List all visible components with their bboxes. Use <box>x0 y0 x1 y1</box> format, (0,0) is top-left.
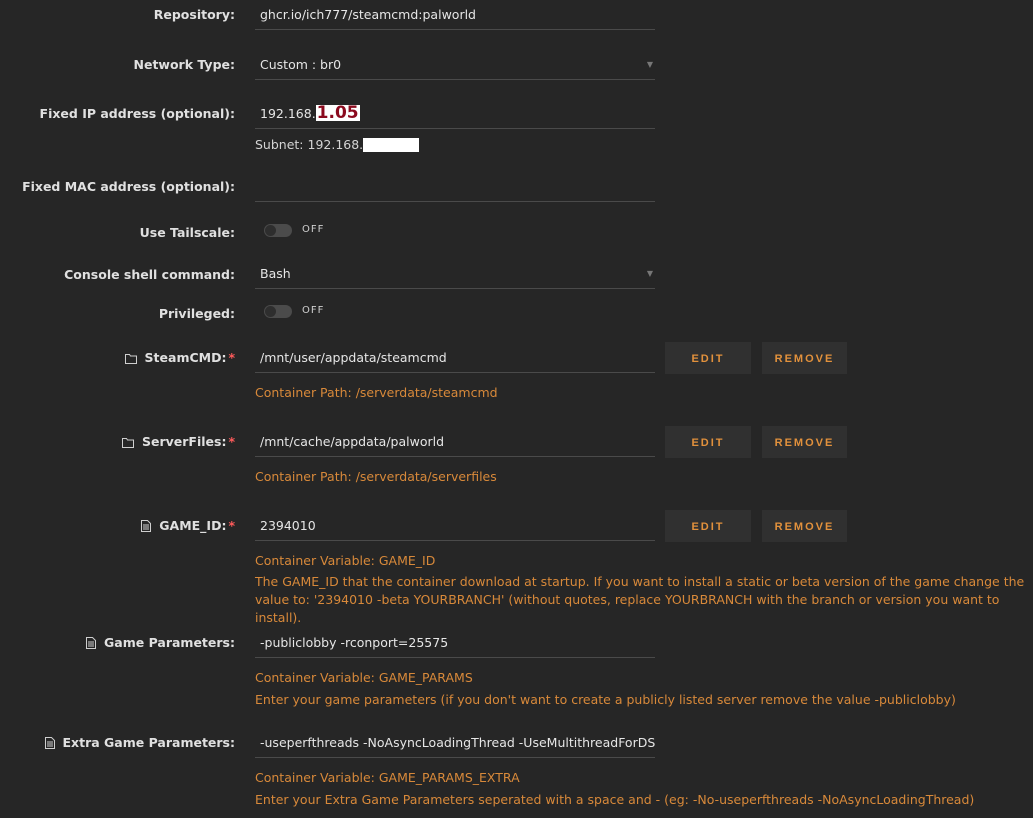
serverfiles-remove-button[interactable]: REMOVE <box>762 426 847 458</box>
subnet-redaction <box>363 138 420 152</box>
console-shell-label: Console shell command: <box>64 267 235 282</box>
game-params-hint: Container Variable: GAME_PARAMS <box>255 670 473 685</box>
folder-icon <box>121 436 134 451</box>
privileged-toggle[interactable] <box>264 305 292 318</box>
game-id-label: GAME_ID: * <box>141 518 235 535</box>
privileged-label: Privileged: <box>158 306 235 321</box>
steamcmd-edit-button[interactable]: EDIT <box>665 342 751 374</box>
console-shell-select[interactable]: Bash ▼ <box>255 259 655 289</box>
document-icon <box>44 737 55 752</box>
fixed-mac-label: Fixed MAC address (optional): <box>22 179 235 194</box>
game-params-input[interactable]: -publiclobby -rconport=25575 <box>255 628 655 658</box>
document-icon <box>141 520 152 535</box>
game-id-remove-button[interactable]: REMOVE <box>762 510 847 542</box>
game-id-edit-button[interactable]: EDIT <box>665 510 751 542</box>
serverfiles-input[interactable]: /mnt/cache/appdata/palworld <box>255 427 655 457</box>
steamcmd-remove-button[interactable]: REMOVE <box>762 342 847 374</box>
steamcmd-hint: Container Path: /serverdata/steamcmd <box>255 385 498 400</box>
serverfiles-label: ServerFiles: * <box>121 434 235 451</box>
fixed-ip-input[interactable]: 192.168.1.05 <box>255 99 655 129</box>
tailscale-label: Use Tailscale: <box>139 225 235 240</box>
extra-params-description: Enter your Extra Game Parameters seperat… <box>255 792 975 807</box>
steamcmd-input[interactable]: /mnt/user/appdata/steamcmd <box>255 343 655 373</box>
game-id-hint: Container Variable: GAME_ID <box>255 553 436 568</box>
game-params-description: Enter your game parameters (if you don't… <box>255 692 956 707</box>
toggle-knob <box>265 306 276 317</box>
serverfiles-hint: Container Path: /serverdata/serverfiles <box>255 469 497 484</box>
chevron-down-icon: ▼ <box>646 269 653 278</box>
document-icon <box>86 637 97 652</box>
extra-params-hint: Container Variable: GAME_PARAMS_EXTRA <box>255 770 520 785</box>
game-id-description: The GAME_ID that the container download … <box>255 574 1025 625</box>
fixed-mac-input[interactable] <box>255 172 655 202</box>
serverfiles-edit-button[interactable]: EDIT <box>665 426 751 458</box>
subnet-text: Subnet: 192.168. <box>255 137 420 152</box>
tailscale-toggle[interactable] <box>264 224 292 237</box>
extra-params-input[interactable]: -useperfthreads -NoAsyncLoadingThread -U… <box>255 728 655 758</box>
network-type-label: Network Type: <box>133 57 236 72</box>
folder-icon <box>124 352 137 367</box>
repository-input[interactable]: ghcr.io/ich777/steamcmd:palworld <box>255 0 655 30</box>
privileged-state: OFF <box>302 305 325 316</box>
ip-highlight: 1.05 <box>315 103 360 123</box>
steamcmd-label: SteamCMD: * <box>124 350 235 367</box>
repository-label: Repository: <box>153 7 235 22</box>
toggle-knob <box>265 225 276 236</box>
fixed-ip-label: Fixed IP address (optional): <box>39 106 235 121</box>
game-id-input[interactable]: 2394010 <box>255 511 655 541</box>
tailscale-state: OFF <box>302 224 325 235</box>
network-type-select[interactable]: Custom : br0 ▼ <box>255 50 655 80</box>
chevron-down-icon: ▼ <box>646 60 653 69</box>
game-params-label: Game Parameters: <box>86 635 235 652</box>
extra-params-label: Extra Game Parameters: <box>44 735 235 752</box>
